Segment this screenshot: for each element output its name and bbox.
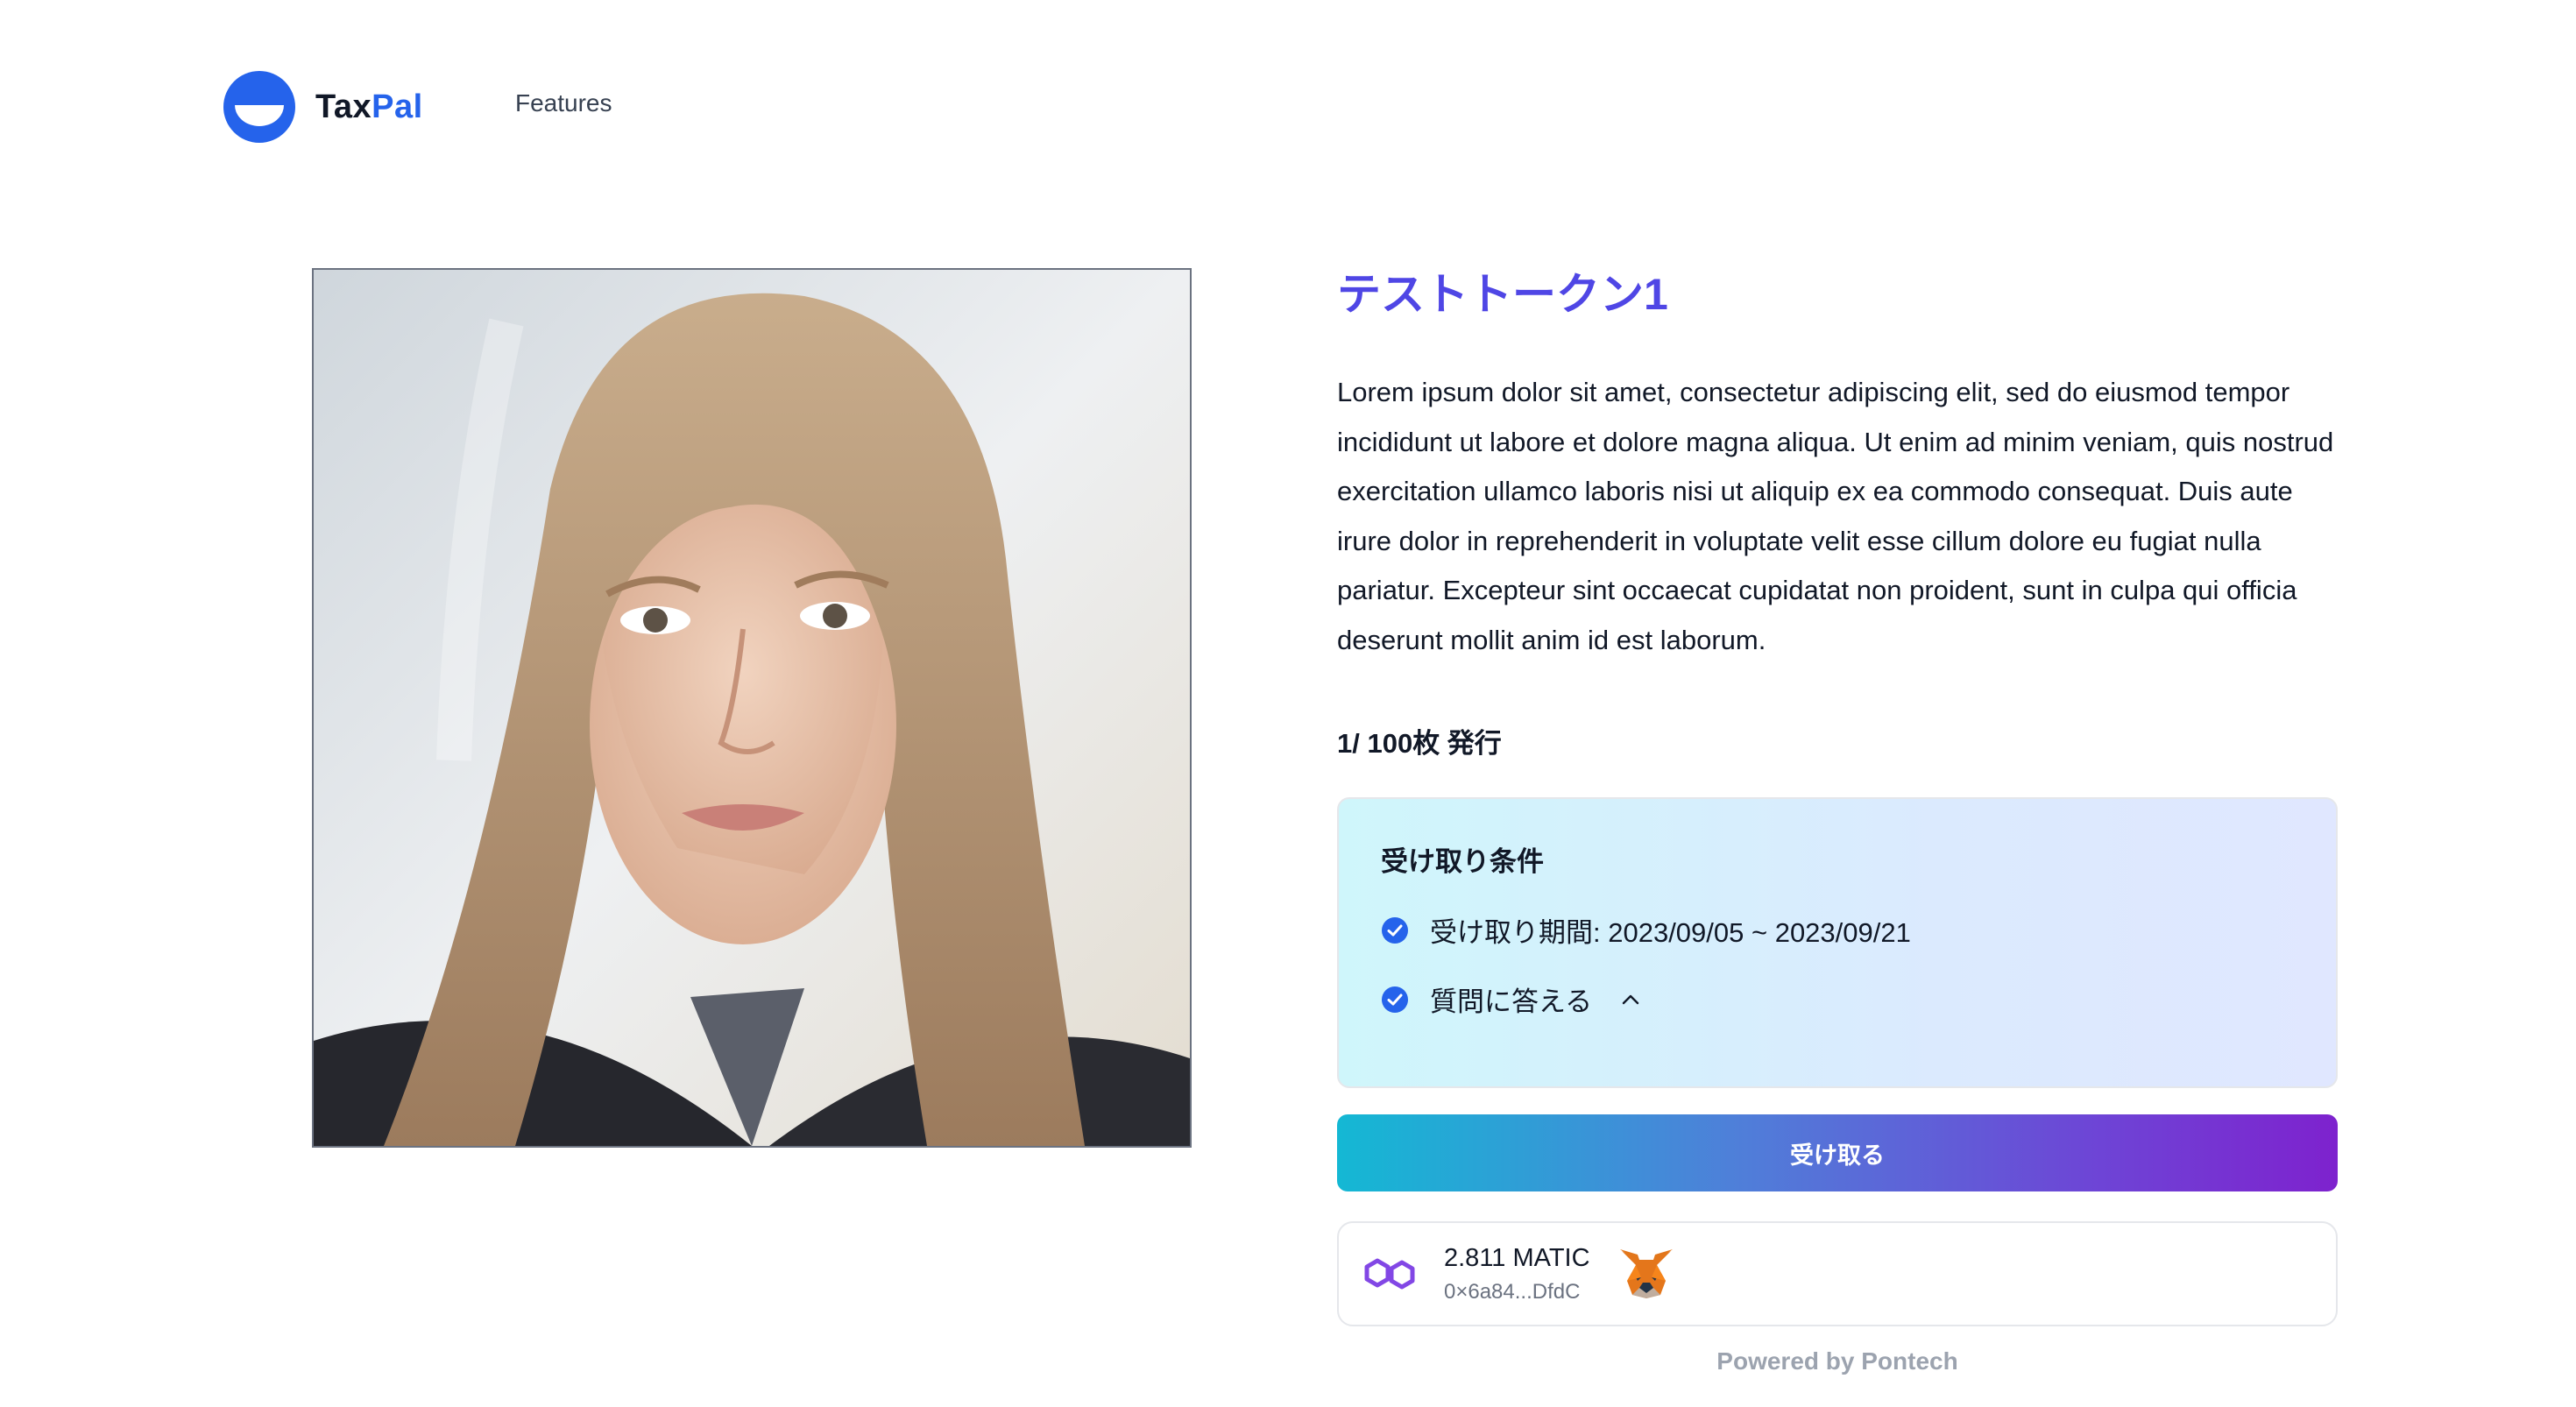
conditions-title: 受け取り条件 xyxy=(1381,846,1544,877)
portrait-photo xyxy=(314,270,1190,1146)
logo-mark-icon xyxy=(223,71,295,143)
chevron-up-icon[interactable] xyxy=(1618,987,1643,1012)
condition-label: 質問に答える xyxy=(1430,986,1593,1017)
condition-label: 受け取り期間: 2023/09/05 ~ 2023/09/21 xyxy=(1430,917,1911,948)
condition-claim-period: 受け取り期間: 2023/09/05 ~ 2023/09/21 xyxy=(1381,910,2294,950)
token-title: テストトークン1 xyxy=(1337,270,1668,319)
metamask-fox-icon xyxy=(1619,1249,1673,1298)
powered-by-footer: Powered by Pontech xyxy=(1716,1347,1958,1375)
wallet-details: 2.811 MATIC 0×6a84...DfdC xyxy=(1444,1244,1590,1304)
token-supply: 1/ 100枚 発行 xyxy=(1337,728,1502,759)
logo-text: TaxPal xyxy=(315,88,423,126)
nav-link-features[interactable]: Features xyxy=(515,89,612,117)
token-description: Lorem ipsum dolor sit amet, consectetur … xyxy=(1337,377,2334,655)
taxpal-logo[interactable]: TaxPal xyxy=(223,70,423,144)
token-details: テストトークン1 Lorem ipsum dolor sit amet, con… xyxy=(1337,263,2338,1375)
wallet-balance: 2.811 MATIC xyxy=(1444,1243,1590,1272)
polygon-icon xyxy=(1364,1258,1415,1290)
logo-text-tax: Tax xyxy=(315,88,372,125)
site-header: TaxPal Features xyxy=(0,0,2576,210)
logo-text-pal: Pal xyxy=(372,88,423,125)
token-image xyxy=(312,268,1192,1148)
condition-answer-questions[interactable]: 質問に答える xyxy=(1381,979,2294,1019)
check-circle-icon xyxy=(1382,916,1408,944)
claim-button[interactable]: 受け取る xyxy=(1337,1114,2338,1191)
wallet-info-panel[interactable]: 2.811 MATIC 0×6a84...DfdC xyxy=(1337,1221,2338,1326)
claim-conditions-box: 受け取り条件 受け取り期間: 2023/09/05 ~ 2023/09/21 質… xyxy=(1337,797,2338,1088)
wallet-address: 0×6a84...DfdC xyxy=(1444,1279,1581,1304)
check-circle-icon xyxy=(1382,986,1408,1013)
